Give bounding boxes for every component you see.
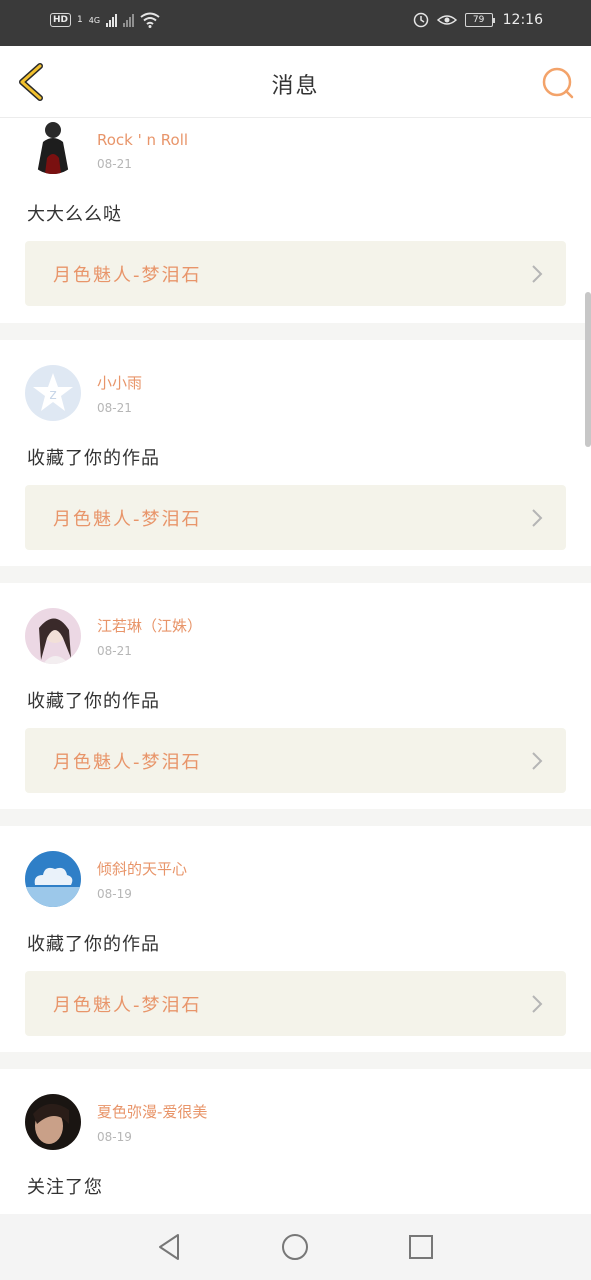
user-name[interactable]: 倾斜的天平心 [97, 858, 187, 879]
search-icon[interactable] [541, 66, 575, 100]
user-name[interactable]: 夏色弥漫-爱很美 [97, 1101, 207, 1122]
eye-comfort-icon [436, 15, 457, 25]
message-text: 关注了您 [27, 1177, 103, 1198]
work-title: 月色魅人-梦泪石 [53, 265, 202, 286]
user-avatar[interactable] [25, 851, 81, 907]
work-link[interactable]: 月色魅人-梦泪石 [25, 971, 566, 1036]
status-bar: HD 1 4G 79 12:16 [0, 0, 591, 46]
work-title: 月色魅人-梦泪石 [53, 752, 202, 773]
svg-text:z: z [49, 387, 56, 403]
card-divider [0, 323, 591, 340]
message-card[interactable]: 倾斜的天平心 08-19 收藏了你的作品 月色魅人-梦泪石 [0, 826, 591, 1052]
message-text: 收藏了你的作品 [27, 691, 160, 712]
user-avatar[interactable] [25, 608, 81, 664]
nav-back-icon[interactable] [152, 1230, 186, 1264]
user-avatar[interactable] [25, 1094, 81, 1150]
scrollbar[interactable] [585, 292, 591, 447]
card-divider [0, 566, 591, 583]
avatar-image [25, 608, 81, 664]
message-card[interactable]: Rock ' n Roll 08-21 大大么么哒 月色魅人-梦泪石 [0, 118, 591, 323]
battery-level: 79 [464, 13, 493, 27]
avatar-image [25, 1094, 81, 1150]
message-card[interactable]: 江若琳（江姝） 08-21 收藏了你的作品 月色魅人-梦泪石 [0, 583, 591, 809]
signal-empty-icon [123, 13, 135, 27]
message-date: 08-21 [97, 644, 132, 658]
page-title: 消息 [271, 74, 320, 99]
wifi-icon [140, 12, 160, 28]
message-list[interactable]: Rock ' n Roll 08-21 大大么么哒 月色魅人-梦泪石 z 小小雨… [0, 118, 591, 1214]
user-name[interactable]: 小小雨 [97, 372, 142, 393]
avatar-image [25, 118, 81, 174]
message-date: 08-19 [97, 1130, 132, 1144]
user-name[interactable]: 江若琳（江姝） [97, 615, 202, 636]
message-text: 大大么么哒 [27, 204, 122, 225]
work-title: 月色魅人-梦泪石 [53, 509, 202, 530]
battery-icon: 79 [464, 13, 495, 27]
work-link[interactable]: 月色魅人-梦泪石 [25, 485, 566, 550]
message-card[interactable]: z 小小雨 08-21 收藏了你的作品 月色魅人-梦泪石 [0, 340, 591, 566]
data-saver-icon [413, 12, 428, 28]
user-name[interactable]: Rock ' n Roll [97, 131, 188, 149]
nav-recents-icon[interactable] [404, 1230, 438, 1264]
hd-badge: HD [50, 13, 72, 27]
message-text: 收藏了你的作品 [27, 934, 160, 955]
clock: 12:16 [502, 12, 543, 28]
qq-default-avatar-icon: z [25, 365, 81, 421]
user-avatar[interactable]: z [25, 365, 81, 421]
message-date: 08-19 [97, 887, 132, 901]
nav-home-icon[interactable] [278, 1230, 312, 1264]
card-divider [0, 809, 591, 826]
sim-label: 1 [77, 15, 83, 25]
message-card[interactable]: 夏色弥漫-爱很美 08-19 关注了您 [0, 1069, 591, 1214]
user-avatar[interactable] [25, 118, 81, 174]
network-type: 4G [88, 15, 101, 25]
status-right: 79 12:16 [413, 12, 543, 28]
cloud-avatar-icon [25, 851, 81, 907]
message-date: 08-21 [97, 401, 132, 415]
chevron-right-icon [532, 752, 543, 770]
card-divider [0, 1052, 591, 1069]
work-link[interactable]: 月色魅人-梦泪石 [25, 241, 566, 306]
system-nav-bar [0, 1214, 591, 1280]
chevron-right-icon [532, 265, 543, 283]
work-title: 月色魅人-梦泪石 [53, 995, 202, 1016]
chevron-right-icon [532, 995, 543, 1013]
work-link[interactable]: 月色魅人-梦泪石 [25, 728, 566, 793]
top-bar: 消息 [0, 46, 591, 118]
signal-icon [106, 13, 118, 27]
status-left: HD 1 4G [50, 12, 160, 28]
message-date: 08-21 [97, 157, 132, 171]
chevron-right-icon [532, 509, 543, 527]
message-text: 收藏了你的作品 [27, 448, 160, 469]
